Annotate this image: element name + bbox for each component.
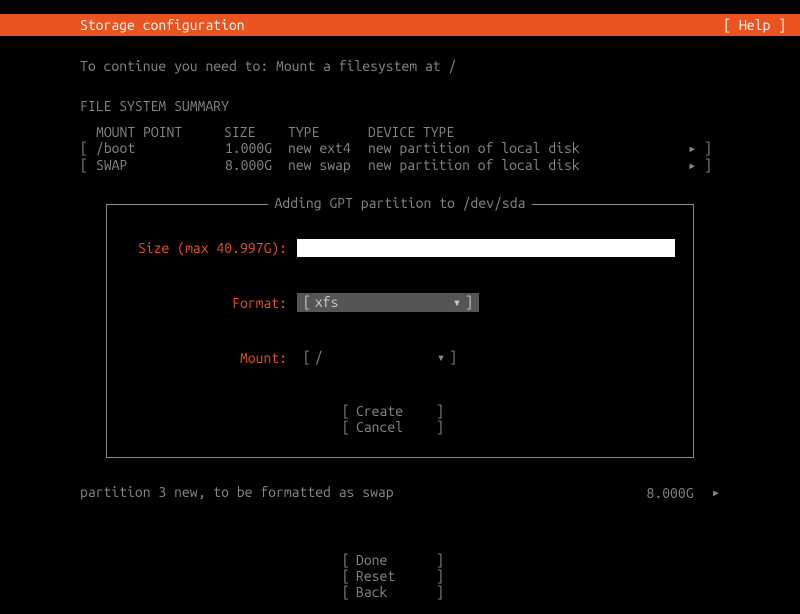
bracket-left: [ <box>80 140 96 157</box>
bracket-right: ] <box>436 552 444 568</box>
section-title: FILE SYSTEM SUMMARY <box>80 98 720 114</box>
add-partition-dialog: Adding GPT partition to /dev/sda Size (m… <box>106 204 694 458</box>
done-button[interactable]: [ Done ] <box>342 552 458 568</box>
bracket-left: [ <box>80 157 96 174</box>
table-row[interactable]: [ SWAP 8.000G new swap new partition of … <box>80 157 720 174</box>
bracket-right: ] <box>704 157 720 174</box>
bracket-right: ] <box>704 140 720 157</box>
bracket-right: ] <box>436 568 444 584</box>
cell-type: new swap <box>288 157 368 174</box>
bracket-right: ] <box>461 294 473 311</box>
bracket-right: ] <box>436 403 444 419</box>
help-button[interactable]: [ Help ] <box>723 17 786 33</box>
filesystem-table: MOUNT POINT SIZE TYPE DEVICE TYPE [ /boo… <box>80 124 720 174</box>
col-device: DEVICE TYPE <box>368 124 688 140</box>
bracket-left: [ <box>342 584 356 600</box>
cell-mount: /boot <box>96 140 224 157</box>
bracket-left: [ <box>303 294 311 311</box>
cancel-label: Cancel <box>356 419 436 435</box>
mount-label: Mount: <box>123 350 297 366</box>
format-label: Format: <box>123 295 297 311</box>
mount-value: / <box>311 349 437 366</box>
create-button[interactable]: [ Create ] <box>342 403 458 419</box>
col-size: SIZE <box>224 124 288 140</box>
header-bar: Storage configuration [ Help ] <box>0 14 800 36</box>
col-mount: MOUNT POINT <box>96 124 224 140</box>
cell-size: 1.000G <box>224 140 288 157</box>
mount-select[interactable]: [ / ▾ ] <box>297 348 463 367</box>
done-label: Done <box>356 552 436 568</box>
back-label: Back <box>356 584 436 600</box>
cell-type: new ext4 <box>288 140 368 157</box>
bracket-right: ] <box>445 349 457 366</box>
back-button[interactable]: [ Back ] <box>342 584 458 600</box>
bracket-right: ] <box>436 419 444 435</box>
cell-device: new partition of local disk <box>368 157 688 174</box>
status-row[interactable]: partition 3 new, to be formatted as swap… <box>80 484 720 501</box>
create-label: Create <box>356 403 436 419</box>
bracket-left: [ <box>342 568 356 584</box>
format-value: xfs <box>311 294 453 311</box>
bracket-left: [ <box>342 403 356 419</box>
expand-arrow-icon: ▸ <box>688 140 704 157</box>
size-input[interactable] <box>297 239 675 257</box>
bottom-buttons: [ Done ] [ Reset ] [ Back ] <box>0 552 800 600</box>
instruction-text: To continue you need to: Mount a filesys… <box>80 58 720 74</box>
bracket-right: ] <box>436 584 444 600</box>
cell-size: 8.000G <box>224 157 288 174</box>
reset-button[interactable]: [ Reset ] <box>342 568 458 584</box>
chevron-down-icon: ▾ <box>437 349 445 366</box>
status-text: partition 3 new, to be formatted as swap <box>80 484 394 501</box>
table-header: MOUNT POINT SIZE TYPE DEVICE TYPE <box>80 124 720 140</box>
col-type: TYPE <box>288 124 368 140</box>
status-size: 8.000G <box>647 485 694 501</box>
reset-label: Reset <box>356 568 436 584</box>
expand-arrow-icon: ▸ <box>712 484 720 501</box>
cancel-button[interactable]: [ Cancel ] <box>342 419 458 435</box>
table-row[interactable]: [ /boot 1.000G new ext4 new partition of… <box>80 140 720 157</box>
chevron-down-icon: ▾ <box>453 294 461 311</box>
bracket-left: [ <box>342 419 356 435</box>
dialog-title: Adding GPT partition to /dev/sda <box>269 195 532 211</box>
bracket-left: [ <box>342 552 356 568</box>
bracket-left: [ <box>303 349 311 366</box>
expand-arrow-icon: ▸ <box>688 157 704 174</box>
size-label: Size (max 40.997G): <box>123 240 297 256</box>
cell-mount: SWAP <box>96 157 224 174</box>
format-select[interactable]: [ xfs ▾ ] <box>297 293 479 312</box>
page-title: Storage configuration <box>80 17 245 33</box>
cell-device: new partition of local disk <box>368 140 688 157</box>
